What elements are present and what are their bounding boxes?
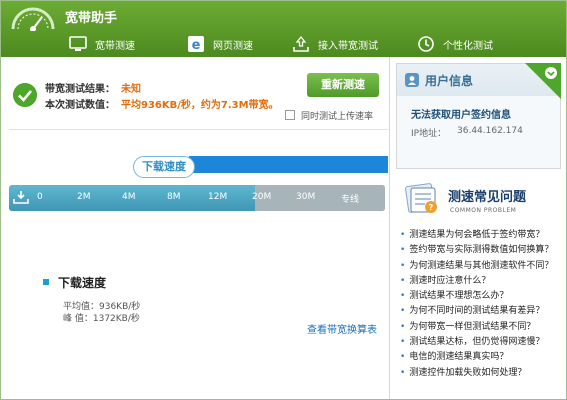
faq-title: 测速常见问题	[448, 190, 527, 205]
faq-subtitle: COMMON PROBLEM	[450, 207, 517, 214]
svg-text:?: ?	[429, 203, 434, 212]
user-card-icon	[405, 73, 419, 87]
peak-speed: 峰 值：1372KB/秒	[63, 314, 140, 324]
bandwidth-result-value: 未知	[121, 84, 141, 95]
user-info-error: 无法获取用户签约信息	[411, 110, 511, 121]
tab-label: 网页测速	[213, 40, 253, 52]
collapse-corner-icon[interactable]	[525, 63, 561, 99]
speedometer-logo-icon	[11, 7, 55, 31]
faq-item[interactable]: 测速时应注意什么？	[400, 273, 567, 288]
faq-item[interactable]: 为何测速结果与其他测速软件不同？	[400, 258, 567, 273]
speed-result-label: 本次测试数值：	[45, 100, 115, 111]
header: 宽带助手 宽带测速 e 网页测速 接入带宽测试 个性化测试	[1, 1, 566, 57]
bandwidth-table-link[interactable]: 查看带宽换算表	[307, 321, 377, 336]
monitor-icon	[69, 36, 87, 51]
faq-list: 测速结果为何会略低于签约带宽？ 签约带宽与实际测得数值如何换算？ 为何测速结果与…	[400, 227, 567, 380]
tab-access-bandwidth[interactable]: 接入带宽测试	[292, 31, 378, 57]
faq-item[interactable]: 测速结果为何会略低于签约带宽？	[400, 227, 567, 242]
app-window: 宽带助手 宽带测速 e 网页测速 接入带宽测试 个性化测试 带宽测试结果： 未知…	[0, 0, 567, 400]
tab-label: 个性化测试	[443, 40, 493, 52]
faq-item[interactable]: 为何不同时间的测试结果有差异？	[400, 303, 567, 318]
scale-tick: 20M	[252, 192, 272, 202]
ie-browser-icon: e	[188, 36, 204, 53]
user-info-panel: 用户信息 无法获取用户签约信息 IP地址： 36.44.162.174	[396, 63, 561, 169]
scale-tick: 12M	[208, 192, 228, 202]
scale-tick: 8M	[167, 192, 181, 202]
speed-scale: 0 2M 4M 8M 12M 20M 30M 专线	[9, 185, 385, 211]
scale-tick: 0	[37, 192, 43, 202]
speed-result-value: 平均936KB/秒，约为7.3M带宽。	[121, 100, 279, 111]
upload-test-label: 同时测试上传速率	[301, 112, 374, 122]
divider	[9, 129, 389, 130]
scale-unfilled	[255, 185, 385, 211]
faq-item[interactable]: 测速控件加载失败如何处理？	[400, 365, 567, 380]
bandwidth-result-label: 带宽测试结果：	[45, 84, 115, 95]
faq-item[interactable]: 测试结果不理想怎么办？	[400, 288, 567, 303]
main-tabs: 宽带测速 e 网页测速 接入带宽测试 个性化测试	[1, 31, 566, 57]
retest-button[interactable]: 重新测速	[307, 73, 379, 97]
faq-item[interactable]: 电信的测速结果真实吗？	[400, 349, 567, 364]
tab-label: 接入带宽测试	[318, 40, 378, 52]
download-speed-bubble: 下载速度	[133, 156, 195, 178]
tab-custom-test[interactable]: 个性化测试	[417, 31, 493, 57]
faq-item[interactable]: 签约带宽与实际测得数值如何换算？	[400, 242, 567, 257]
svg-text:e: e	[192, 38, 201, 53]
check-circle-icon	[13, 83, 37, 107]
faq-document-icon: ?	[405, 183, 437, 213]
scale-tick: 2M	[77, 192, 91, 202]
network-upload-icon	[293, 35, 309, 52]
test-result: 带宽测试结果： 未知 本次测试数值： 平均936KB/秒，约为7.3M带宽。 重…	[9, 69, 389, 129]
download-tray-icon	[13, 191, 29, 204]
panel-divider	[389, 57, 390, 399]
faq-item[interactable]: 测试结果达标，但仍觉得网速慢？	[400, 334, 567, 349]
tab-broadband-speed[interactable]: 宽带测速	[69, 31, 135, 57]
user-info-title: 用户信息	[425, 74, 474, 88]
tab-label: 宽带测速	[95, 40, 135, 52]
scale-tick: 专线	[341, 195, 360, 205]
clock-icon	[418, 36, 434, 52]
legend-square	[43, 279, 49, 285]
scale-tick: 30M	[296, 192, 316, 202]
download-progress-bar	[189, 156, 388, 173]
ip-address-value: 36.44.162.174	[457, 126, 523, 136]
upload-test-checkbox[interactable]	[285, 110, 295, 120]
app-title: 宽带助手	[65, 11, 118, 26]
faq-item[interactable]: 为何带宽一样但测试结果不同？	[400, 319, 567, 334]
tab-web-speed[interactable]: e 网页测速	[187, 31, 253, 57]
ip-address-label: IP地址：	[411, 129, 447, 139]
scale-tick: 4M	[122, 192, 136, 202]
download-speed-title: 下载速度	[58, 276, 107, 290]
